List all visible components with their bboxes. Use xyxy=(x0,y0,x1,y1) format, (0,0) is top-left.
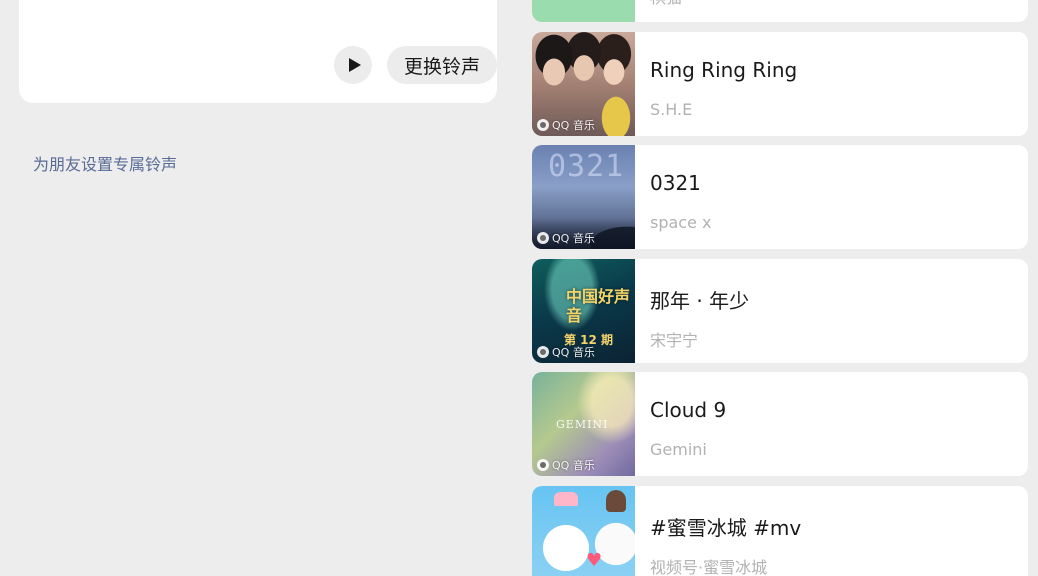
cover-art: ♥ xyxy=(532,486,635,576)
ringtone-settings-screen: 更换铃声 为朋友设置专属铃声 棋猫 QQ 音乐 xyxy=(0,0,1038,576)
qq-music-badge: QQ 音乐 xyxy=(537,117,595,133)
heart-icon: ♥ xyxy=(586,550,603,571)
song-artist: 宋宇宁 xyxy=(650,331,699,350)
song-artist: space x xyxy=(650,213,712,232)
qq-music-badge: QQ 音乐 xyxy=(537,344,595,360)
song-cover: QQ 音乐 xyxy=(532,32,635,136)
song-card-nanian-nianshao[interactable]: 中国好声音 第 12 期 QQ 音乐 那年 · 年少 宋宇宁 xyxy=(532,259,1028,363)
hat-shape xyxy=(606,490,626,512)
song-artist: Gemini xyxy=(650,440,707,459)
song-card-ring-ring-ring[interactable]: QQ 音乐 Ring Ring Ring S.H.E xyxy=(532,32,1028,136)
song-artist: 棋猫 xyxy=(650,0,682,8)
cover-text: GEMINI xyxy=(556,418,609,431)
play-button[interactable] xyxy=(334,46,372,84)
right-pane: 棋猫 QQ 音乐 Ring Ring Ring S.H.E 0321 xyxy=(518,0,1038,576)
song-title: Cloud 9 xyxy=(650,398,727,422)
song-cover: ♥ xyxy=(532,486,635,576)
current-ringtone-card: 更换铃声 xyxy=(19,0,497,103)
left-pane: 更换铃声 为朋友设置专属铃声 xyxy=(0,0,518,576)
play-icon xyxy=(348,58,361,72)
qq-music-icon xyxy=(537,119,549,131)
cover-art xyxy=(532,0,635,22)
change-ringtone-button[interactable]: 更换铃声 xyxy=(387,46,497,84)
song-artist: S.H.E xyxy=(650,100,693,119)
song-card-0321[interactable]: 0321 QQ 音乐 0321 space x xyxy=(532,145,1028,249)
song-cover: GEMINI QQ 音乐 xyxy=(532,372,635,476)
song-list: 棋猫 QQ 音乐 Ring Ring Ring S.H.E 0321 xyxy=(532,0,1028,576)
song-title: 那年 · 年少 xyxy=(650,289,750,313)
qq-music-icon xyxy=(537,232,549,244)
cover-text: 中国好声音 xyxy=(566,287,631,325)
song-card-cloud-9[interactable]: GEMINI QQ 音乐 Cloud 9 Gemini xyxy=(532,372,1028,476)
qq-music-badge: QQ 音乐 xyxy=(537,457,595,473)
song-cover: 0321 QQ 音乐 xyxy=(532,145,635,249)
crown-shape xyxy=(554,492,578,506)
song-card-partial[interactable]: 棋猫 xyxy=(532,0,1028,22)
song-artist: 视频号·蜜雪冰城 xyxy=(650,558,768,576)
qq-music-badge: QQ 音乐 xyxy=(537,230,595,246)
song-cover xyxy=(532,0,635,22)
badge-label: QQ 音乐 xyxy=(552,232,595,245)
friend-ringtone-link[interactable]: 为朋友设置专属铃声 xyxy=(33,151,177,175)
qq-music-icon xyxy=(537,459,549,471)
qq-music-icon xyxy=(537,346,549,358)
badge-label: QQ 音乐 xyxy=(552,119,595,132)
song-title: Ring Ring Ring xyxy=(650,58,798,82)
song-title: #蜜雪冰城 #mv xyxy=(650,516,802,540)
song-title: 0321 xyxy=(650,171,701,195)
badge-label: QQ 音乐 xyxy=(552,346,595,359)
badge-label: QQ 音乐 xyxy=(552,459,595,472)
song-cover: 中国好声音 第 12 期 QQ 音乐 xyxy=(532,259,635,363)
song-card-mixue-mv[interactable]: ♥ #蜜雪冰城 #mv 视频号·蜜雪冰城 xyxy=(532,486,1028,576)
cover-text: 0321 xyxy=(548,149,625,184)
